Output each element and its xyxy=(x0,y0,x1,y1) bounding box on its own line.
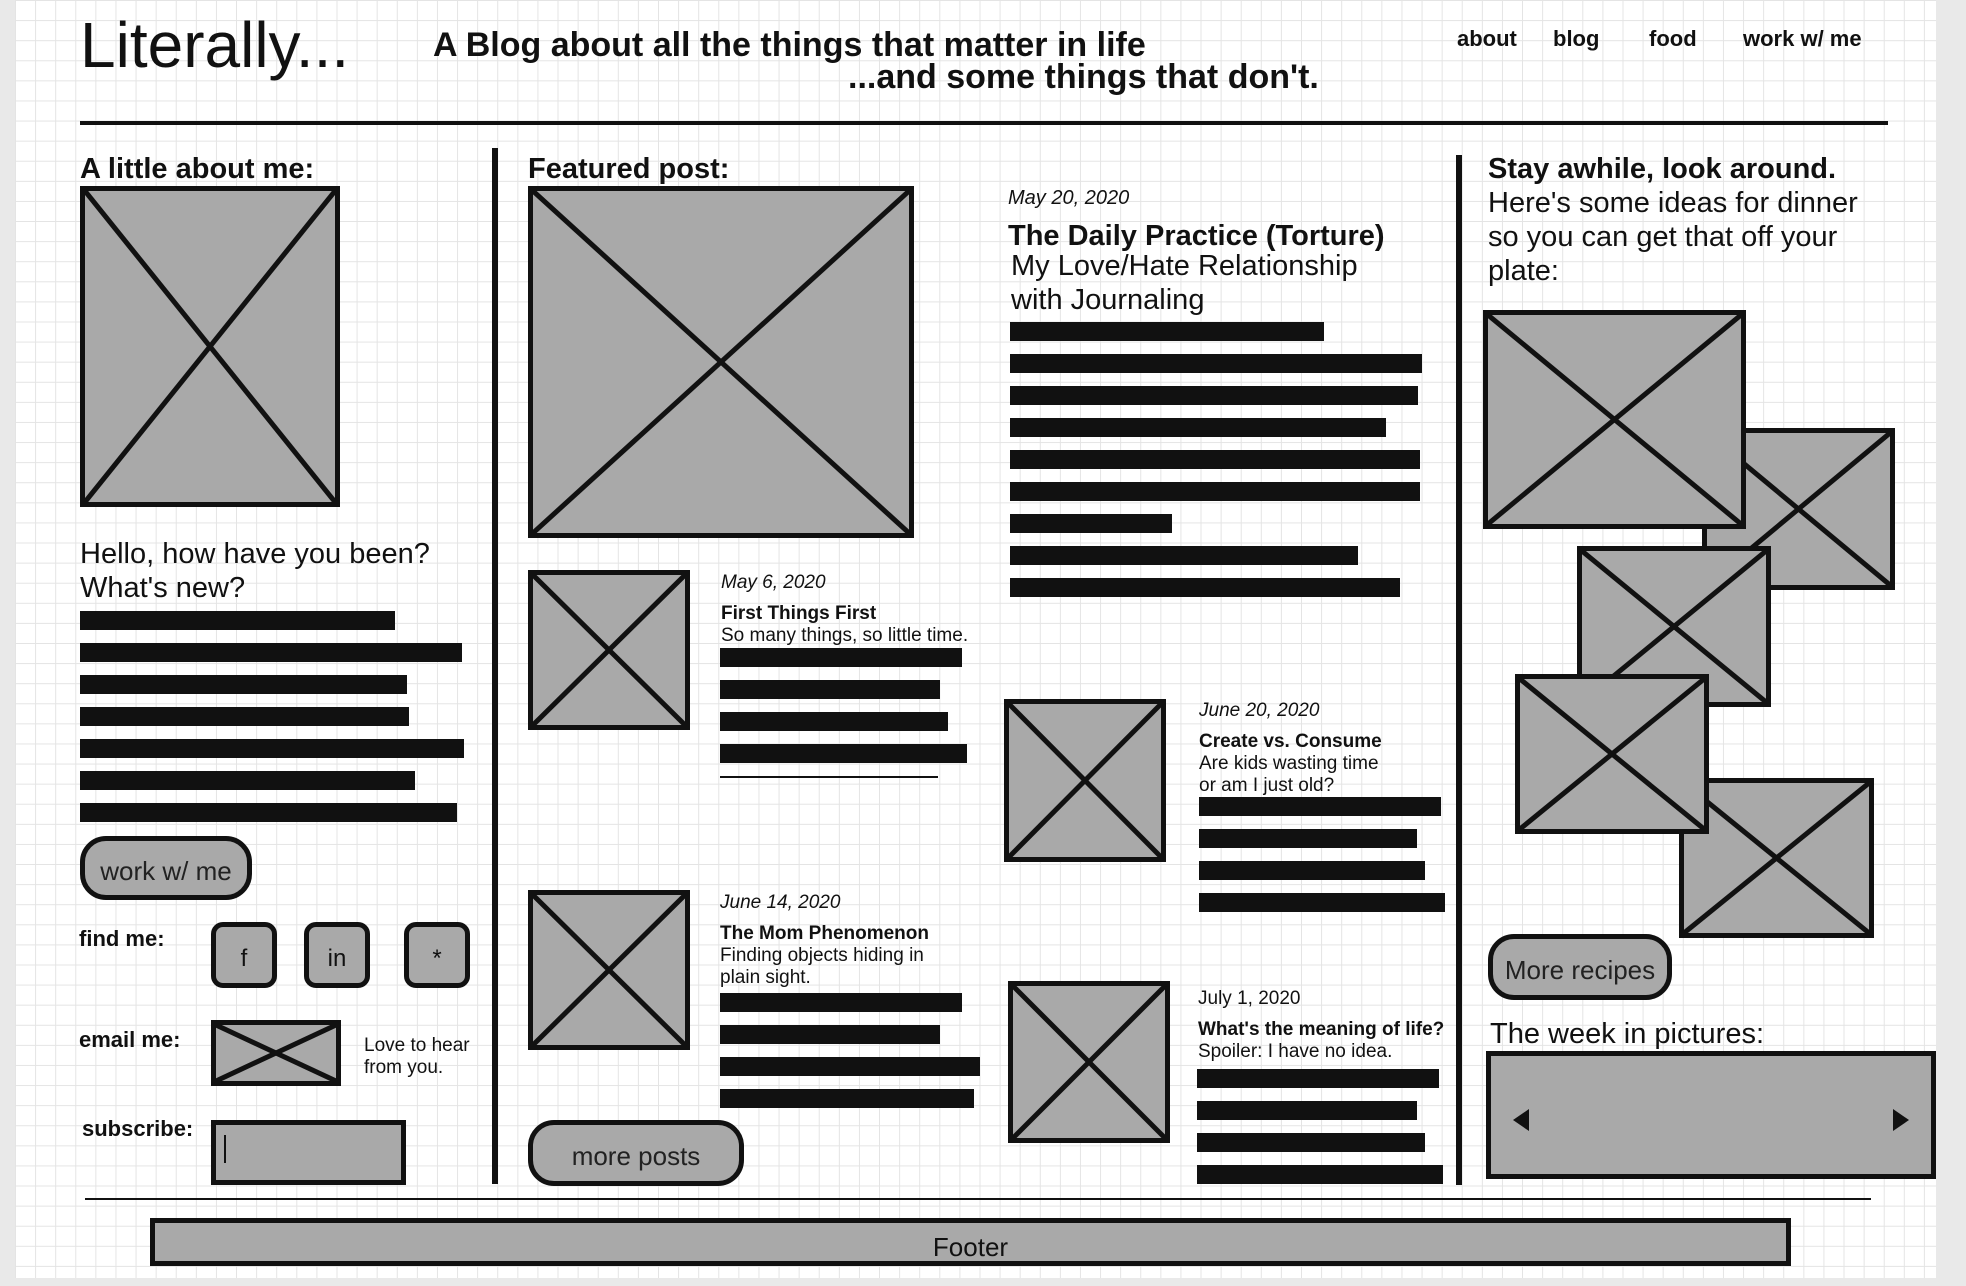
recipes-intro-line3: plate: xyxy=(1488,255,1559,287)
post-thumbnail[interactable] xyxy=(1008,981,1170,1143)
email-me-label: email me: xyxy=(79,1027,181,1052)
photo-carousel[interactable] xyxy=(1486,1051,1936,1179)
featured-post-subtitle-line1: My Love/Hate Relationship xyxy=(1011,250,1358,282)
subscribe-input[interactable] xyxy=(211,1120,406,1185)
work-with-me-button[interactable]: work w/ me xyxy=(80,836,252,900)
about-text-line xyxy=(80,675,407,694)
post-text-line xyxy=(720,1057,980,1076)
post-date: June 20, 2020 xyxy=(1199,700,1320,721)
text-cursor xyxy=(224,1135,226,1163)
week-in-pictures-heading: The week in pictures: xyxy=(1490,1018,1765,1050)
about-text-line xyxy=(80,803,457,822)
post-subtitle: Are kids wasting time xyxy=(1199,753,1379,774)
nav-work-with-me[interactable]: work w/ me xyxy=(1743,26,1862,52)
tagline-secondary: ...and some things that don't. xyxy=(848,58,1319,96)
subscribe-label: subscribe: xyxy=(82,1116,194,1141)
recipe-image-placeholder[interactable] xyxy=(1515,674,1709,834)
post-date: July 1, 2020 xyxy=(1198,988,1301,1009)
post-text-line xyxy=(1197,1165,1443,1184)
post-text-line xyxy=(720,680,940,699)
about-text-line xyxy=(80,707,409,726)
post-subtitle: plain sight. xyxy=(720,967,811,988)
post-text-line xyxy=(720,1089,974,1108)
post-title[interactable]: What's the meaning of life? xyxy=(1198,1019,1444,1041)
post-text-line xyxy=(1199,797,1441,816)
footer-divider xyxy=(85,1198,1871,1200)
column-divider-right xyxy=(1456,155,1462,1185)
post-text-line xyxy=(1197,1101,1417,1120)
about-text-line xyxy=(80,739,464,758)
wireframe-canvas: Literally... A Blog about all the things… xyxy=(15,0,1936,1278)
about-text-line xyxy=(80,771,415,790)
carousel-prev-arrow-icon[interactable] xyxy=(1513,1109,1529,1131)
footer-label: Footer xyxy=(932,1232,1009,1262)
post-subtitle: Finding objects hiding in xyxy=(720,945,924,966)
post-text-line xyxy=(1197,1069,1439,1088)
more-posts-button[interactable]: more posts xyxy=(528,1120,744,1186)
post-thumbnail[interactable] xyxy=(528,890,690,1050)
post-title[interactable]: First Things First xyxy=(721,603,876,625)
recipes-intro-line2: so you can get that off your xyxy=(1488,221,1838,253)
column-divider-left xyxy=(492,148,498,1184)
about-text-line xyxy=(80,643,462,662)
email-envelope-icon[interactable] xyxy=(211,1020,341,1086)
site-logo[interactable]: Literally... xyxy=(80,8,349,82)
email-note-line1: Love to hear xyxy=(364,1035,470,1056)
post-text-line xyxy=(720,744,967,763)
featured-post-date: May 20, 2020 xyxy=(1008,187,1130,209)
post-thumbnail[interactable] xyxy=(528,570,690,730)
post-title[interactable]: The Mom Phenomenon xyxy=(720,923,929,945)
featured-text-line xyxy=(1010,546,1358,565)
other-social-icon[interactable]: * xyxy=(404,922,470,988)
post-thumbnail[interactable] xyxy=(1004,699,1166,862)
about-greeting-line1: Hello, how have you been? xyxy=(80,538,430,570)
featured-text-line xyxy=(1010,578,1400,597)
email-note-line2: from you. xyxy=(364,1057,444,1078)
profile-image-placeholder xyxy=(80,186,340,507)
featured-heading: Featured post: xyxy=(528,153,730,185)
post-text-line xyxy=(1197,1133,1425,1152)
post-text-line xyxy=(1199,829,1417,848)
featured-text-line xyxy=(1010,514,1172,533)
featured-text-line xyxy=(1010,354,1422,373)
post-title[interactable]: Create vs. Consume xyxy=(1199,731,1382,753)
post-text-line xyxy=(720,1025,940,1044)
featured-text-line xyxy=(1010,482,1420,501)
post-text-line xyxy=(720,648,962,667)
post-subtitle: or am I just old? xyxy=(1199,775,1335,796)
featured-text-line xyxy=(1010,418,1386,437)
header-divider xyxy=(80,121,1888,125)
post-text-line xyxy=(1199,861,1425,880)
featured-post-title[interactable]: The Daily Practice (Torture) xyxy=(1008,220,1385,253)
about-heading: A little about me: xyxy=(80,153,315,185)
post-divider xyxy=(720,776,938,778)
recipes-intro-line1: Here's some ideas for dinner xyxy=(1488,187,1858,219)
post-subtitle: So many things, so little time. xyxy=(721,625,969,646)
facebook-icon[interactable]: f xyxy=(211,922,277,988)
featured-image-placeholder[interactable] xyxy=(528,186,914,538)
featured-post-subtitle-line2: with Journaling xyxy=(1011,284,1205,316)
featured-text-line xyxy=(1010,386,1418,405)
linkedin-icon[interactable]: in xyxy=(304,922,370,988)
nav-food[interactable]: food xyxy=(1649,26,1697,52)
post-text-line xyxy=(720,712,948,731)
about-text-line xyxy=(80,611,395,630)
featured-text-line xyxy=(1010,450,1420,469)
featured-text-line xyxy=(1010,322,1324,341)
post-subtitle: Spoiler: I have no idea. xyxy=(1198,1041,1393,1062)
recipes-heading: Stay awhile, look around. xyxy=(1488,153,1837,185)
find-me-label: find me: xyxy=(79,926,165,951)
post-text-line xyxy=(720,993,962,1012)
post-date: May 6, 2020 xyxy=(721,572,826,593)
recipe-image-placeholder[interactable] xyxy=(1483,310,1746,529)
nav-blog[interactable]: blog xyxy=(1553,26,1599,52)
about-greeting-line2: What's new? xyxy=(80,572,246,604)
carousel-next-arrow-icon[interactable] xyxy=(1893,1109,1909,1131)
post-text-line xyxy=(1199,893,1445,912)
post-date: June 14, 2020 xyxy=(720,892,841,913)
nav-about[interactable]: about xyxy=(1457,26,1517,52)
footer-bar: Footer xyxy=(150,1218,1791,1266)
more-recipes-button[interactable]: More recipes xyxy=(1488,934,1672,1000)
